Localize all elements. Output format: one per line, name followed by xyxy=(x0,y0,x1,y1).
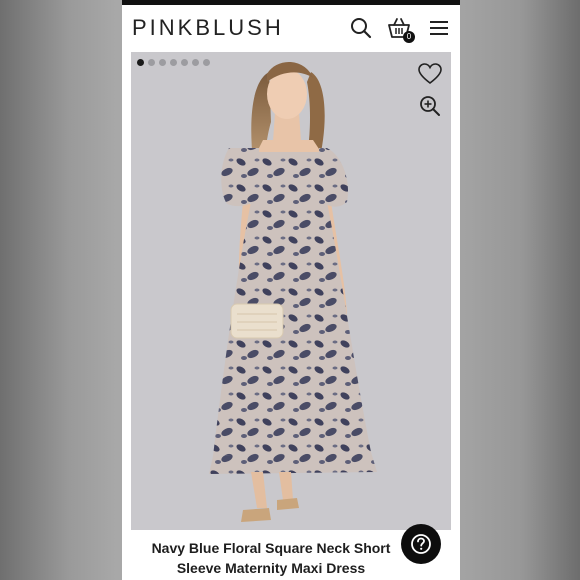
brand-logo[interactable]: PINKBLUSH xyxy=(132,15,284,41)
product-title-line: Sleeve Maternity Maxi Dress xyxy=(176,560,366,576)
zoom-button[interactable] xyxy=(417,93,443,119)
help-button[interactable] xyxy=(401,524,441,564)
question-mark-icon xyxy=(411,534,431,554)
carousel-dot[interactable] xyxy=(192,59,199,66)
site-header: PINKBLUSH 0 xyxy=(122,5,460,50)
hamburger-menu-icon[interactable] xyxy=(426,15,452,41)
product-title: Navy Blue Floral Square Neck Short Sleev… xyxy=(136,538,406,578)
carousel-dot[interactable] xyxy=(159,59,166,66)
carousel-dot[interactable] xyxy=(181,59,188,66)
carousel-dot[interactable] xyxy=(203,59,210,66)
product-image-carousel[interactable] xyxy=(131,52,451,530)
cart-count-badge: 0 xyxy=(403,31,415,43)
product-title-line: Navy Blue Floral Square Neck Short xyxy=(151,540,391,556)
zoom-in-icon xyxy=(420,96,440,116)
carousel-dot[interactable] xyxy=(148,59,155,66)
cart-button[interactable]: 0 xyxy=(386,15,415,43)
favorite-button[interactable] xyxy=(417,61,443,87)
mobile-page: PINKBLUSH 0 Navy Blue Floral Square Neck… xyxy=(122,0,460,580)
carousel-dot[interactable] xyxy=(170,59,177,66)
carousel-dot[interactable] xyxy=(137,59,144,66)
heart-icon xyxy=(418,63,442,85)
product-photo xyxy=(131,52,451,530)
search-icon[interactable] xyxy=(348,15,374,41)
carousel-indicators xyxy=(137,59,210,66)
